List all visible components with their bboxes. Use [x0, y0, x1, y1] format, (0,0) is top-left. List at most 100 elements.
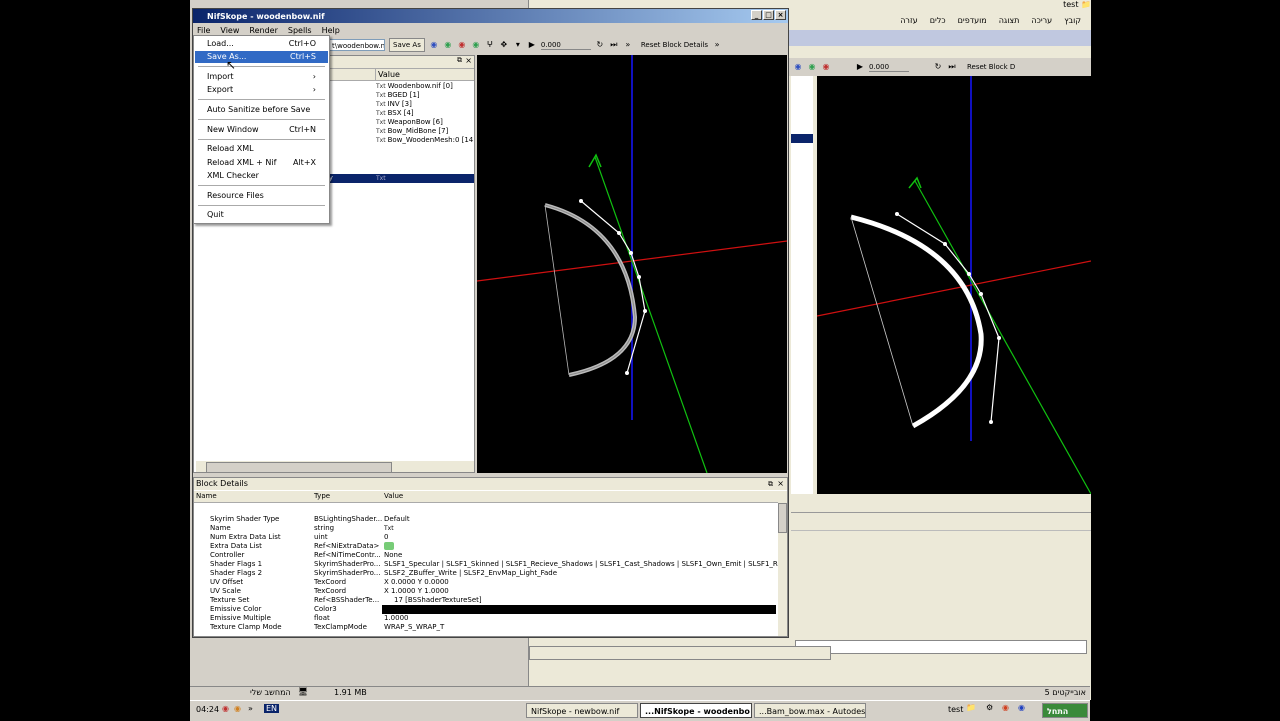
table-row[interactable]: Texture Set Ref<BSShaderTe... 17 [BSShader…: [194, 596, 778, 605]
eye-icon[interactable]: ◉: [807, 62, 817, 72]
bg-menu-item[interactable]: עזרה: [900, 16, 918, 25]
type-column-header[interactable]: Type: [314, 492, 330, 500]
more-icon[interactable]: »: [712, 40, 722, 50]
save-as-button[interactable]: Save As: [389, 38, 425, 52]
menu-item-export[interactable]: Export ›: [195, 84, 328, 96]
menu-file[interactable]: File: [197, 26, 210, 35]
list-item[interactable]: Txt Woodenbow.nif [0]: [376, 82, 453, 91]
menu-spells[interactable]: Spells: [288, 26, 312, 35]
menu-item-reload-xml[interactable]: Reload XML: [195, 143, 328, 155]
loop-icon[interactable]: ↻: [595, 40, 605, 50]
menu-view[interactable]: View: [220, 26, 239, 35]
menu-item-save-as[interactable]: Save As... Ctrl+S: [195, 51, 328, 63]
menu-item-new-window[interactable]: New Window Ctrl+N: [195, 124, 328, 136]
skip-icon[interactable]: ⏭: [947, 62, 957, 72]
eye-icon[interactable]: ◉: [457, 40, 467, 50]
list-item[interactable]: Txt Bow_MidBone [7]: [376, 127, 448, 136]
start-button[interactable]: התחל: [1042, 703, 1088, 718]
play-icon[interactable]: ▶: [527, 40, 537, 50]
bg-menu-item[interactable]: כלים: [930, 16, 946, 25]
tray-icon[interactable]: ◉: [222, 704, 229, 713]
tray-test-label[interactable]: test: [948, 705, 963, 714]
more-icon[interactable]: »: [623, 40, 633, 50]
play-icon[interactable]: ▶: [855, 62, 865, 72]
menu-help[interactable]: Help: [322, 26, 340, 35]
float-icon[interactable]: ⧉: [768, 478, 773, 490]
eye-icon[interactable]: ◉: [429, 40, 439, 50]
file-path-field[interactable]: t\woodenbow.nif: [329, 39, 385, 51]
table-row[interactable]: Extra Data List Ref<NiExtraData>: [194, 542, 778, 551]
table-row[interactable]: Skyrim Shader Type BSLightingShader... Def…: [194, 515, 778, 524]
folder-icon[interactable]: 📁: [966, 703, 976, 712]
menu-item-auto-sanitize[interactable]: Auto Sanitize before Save: [195, 104, 328, 116]
task-nifskope-newbow[interactable]: NifSkope - newbow.nif: [526, 703, 638, 718]
close-icon[interactable]: ×: [465, 56, 472, 65]
close-button[interactable]: ×: [775, 10, 786, 20]
list-item[interactable]: Txt BGED [1]: [376, 91, 420, 100]
block-details-panel[interactable]: Block Details ⧉ × Name Type Value Skyrim…: [193, 477, 788, 637]
table-row[interactable]: Name string Txt: [194, 524, 778, 533]
reset-block-details-button[interactable]: Reset Block Details: [641, 41, 708, 49]
table-row[interactable]: Controller Ref<NiTimeContr... None: [194, 551, 778, 560]
table-row[interactable]: Shader Flags 2 SkyrimShaderPro... SLSF2_ZB…: [194, 569, 778, 578]
quicklaunch-icon[interactable]: ◉: [1002, 703, 1009, 712]
menu-item-quit[interactable]: Quit: [195, 209, 328, 221]
3d-viewport[interactable]: [477, 55, 787, 473]
menu-render[interactable]: Render: [249, 26, 277, 35]
table-row[interactable]: UV Scale TexCoord X 1.0000 Y 1.0000: [194, 587, 778, 596]
bg-menu-item[interactable]: מועדפים: [958, 16, 987, 25]
float-icon[interactable]: ⧉: [457, 56, 462, 65]
vertical-scrollbar[interactable]: [778, 491, 787, 636]
menu-item-import[interactable]: Import ›: [195, 71, 328, 83]
table-row[interactable]: Shader Flags 1 SkyrimShaderPro... SLSF1_Sp…: [194, 560, 778, 569]
menu-item-xml-checker[interactable]: XML Checker: [195, 170, 328, 182]
close-icon[interactable]: ×: [777, 478, 784, 490]
tray-icon[interactable]: ◉: [234, 704, 241, 713]
bg-horizontal-scrollbar[interactable]: [529, 646, 831, 660]
title-bar[interactable]: NifSkope - woodenbow.nif _ □ ×: [193, 9, 788, 23]
menu-item-reload-xml-nif[interactable]: Reload XML + Nif Alt+X: [195, 157, 328, 169]
task-3dsmax[interactable]: ...Bam_bow.max - Autodes: [754, 703, 866, 718]
color-swatch[interactable]: [382, 605, 776, 614]
bg-time-field[interactable]: 0.000: [869, 63, 909, 72]
menu-item-load[interactable]: Load... Ctrl+O: [195, 38, 328, 50]
list-item[interactable]: Txt Bow_WoodenMesh:0 [14: [376, 136, 473, 145]
eye-icon[interactable]: ◉: [793, 62, 803, 72]
table-row[interactable]: UV Offset TexCoord X 0.0000 Y 0.0000: [194, 578, 778, 587]
list-item[interactable]: Txt INV [3]: [376, 100, 412, 109]
eye-icon[interactable]: ◉: [471, 40, 481, 50]
quicklaunch-icon[interactable]: ◉: [1018, 703, 1025, 712]
background-3d-viewport[interactable]: [817, 76, 1091, 494]
loop-icon[interactable]: ↻: [933, 62, 943, 72]
table-row[interactable]: Emissive Color Color3: [194, 605, 778, 614]
more-icon[interactable]: »: [248, 704, 253, 713]
task-nifskope-woodenbow[interactable]: ...NifSkope - woodenbo: [640, 703, 752, 718]
quicklaunch-icon[interactable]: ⚙: [986, 703, 993, 712]
value-column-header[interactable]: Value: [384, 492, 403, 500]
horizontal-scrollbar[interactable]: [196, 461, 474, 473]
bone-icon[interactable]: ⵖ: [485, 40, 495, 50]
list-item[interactable]: Txt WeaponBow [6]: [376, 118, 443, 127]
bg-menu-item[interactable]: תצוגה: [999, 16, 1020, 25]
background-tree[interactable]: [791, 76, 813, 494]
move-icon[interactable]: ✥: [499, 40, 509, 50]
value-column-header[interactable]: Value: [378, 70, 400, 79]
maximize-button[interactable]: □: [763, 10, 774, 20]
chevron-down-icon[interactable]: ▾: [513, 40, 523, 50]
time-field[interactable]: 0.000: [540, 41, 591, 50]
table-row[interactable]: Num Extra Data List uint 0: [194, 533, 778, 542]
bg-menu-item[interactable]: עריכה: [1031, 16, 1052, 25]
bg-reset-block-details[interactable]: Reset Block D: [967, 63, 1015, 71]
table-row[interactable]: Texture Clamp Mode TexClampMode WRAP_S_WRA…: [194, 623, 778, 632]
bg-menu-item[interactable]: קובץ: [1064, 16, 1081, 25]
eye-icon[interactable]: ◉: [443, 40, 453, 50]
menu-item-resource-files[interactable]: Resource Files: [195, 190, 328, 202]
eye-icon[interactable]: ◉: [821, 62, 831, 72]
minimize-button[interactable]: _: [751, 10, 762, 20]
selected-row[interactable]: ty Txt: [314, 174, 474, 183]
skip-icon[interactable]: ⏭: [609, 40, 619, 50]
list-item[interactable]: Txt BSX [4]: [376, 109, 414, 118]
language-indicator[interactable]: EN: [264, 704, 280, 713]
table-row[interactable]: Emissive Multiple float 1.0000: [194, 614, 778, 623]
name-column-header[interactable]: Name: [196, 492, 217, 500]
